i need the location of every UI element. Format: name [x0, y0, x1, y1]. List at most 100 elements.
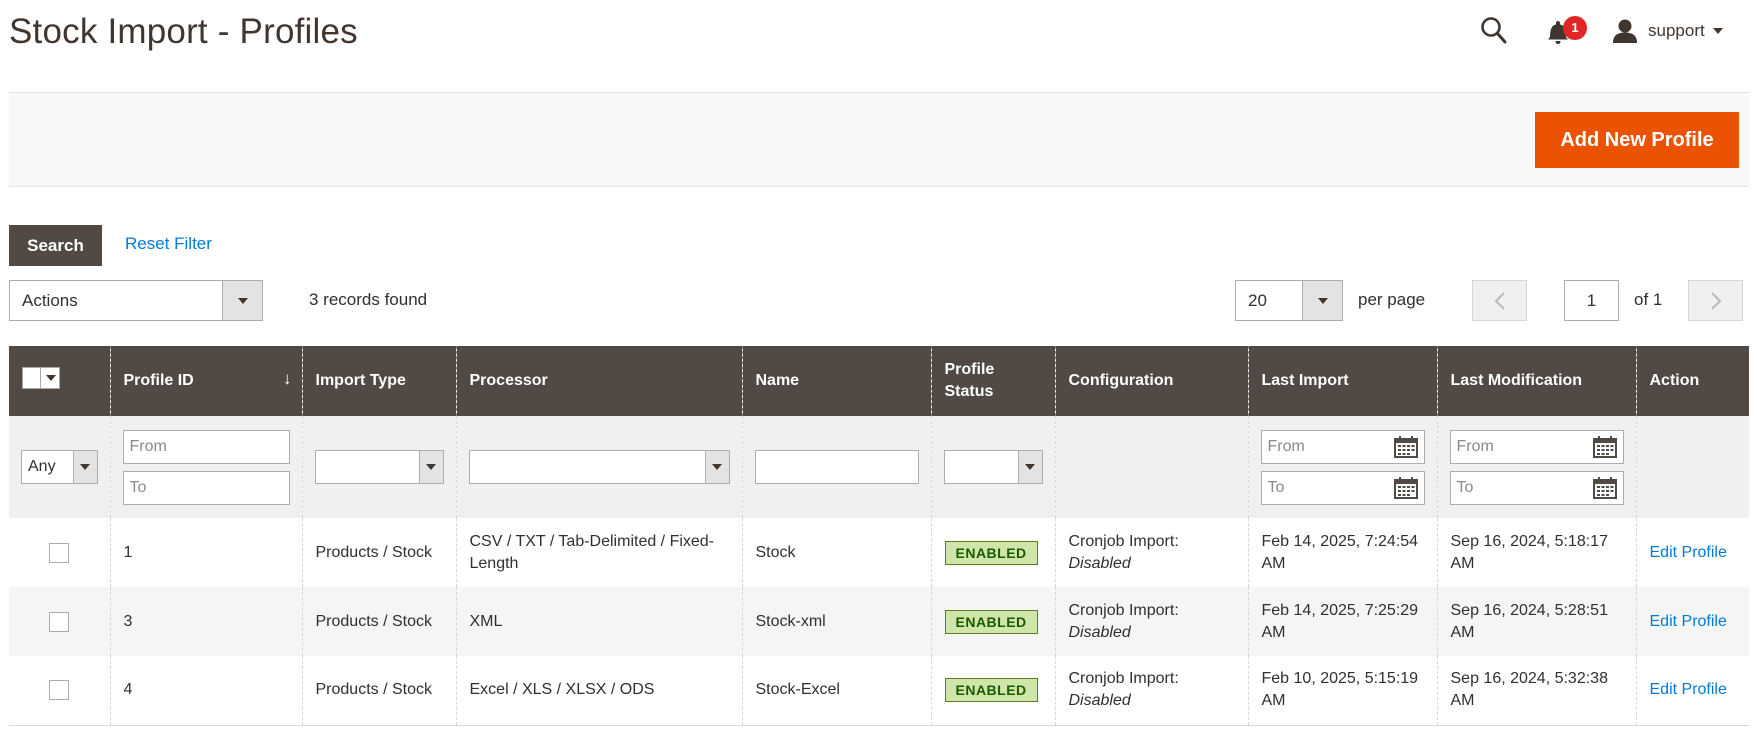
row-select-cell [9, 587, 110, 656]
column-label: Configuration [1068, 372, 1174, 389]
per-page-select[interactable]: 20 [1235, 280, 1343, 321]
date-range-to [1260, 470, 1425, 505]
reset-filter-link[interactable]: Reset Filter [125, 234, 212, 254]
status-badge: ENABLED [944, 540, 1038, 565]
filter-cell-select: Any [9, 416, 110, 518]
edit-profile-link[interactable]: Edit Profile [1650, 613, 1727, 630]
chevron-left-icon [1494, 291, 1505, 310]
cell-processor: CSV / TXT / Tab-Delimited / Fixed-Length [455, 518, 742, 587]
status-badge: ENABLED [944, 678, 1038, 703]
calendar-icon[interactable] [1393, 435, 1418, 458]
add-new-profile-button[interactable]: Add New Profile [1535, 112, 1739, 168]
row-checkbox[interactable] [49, 680, 70, 701]
cell-last-import: Feb 14, 2025, 7:25:29 AM [1247, 587, 1437, 656]
checkbox [23, 368, 41, 388]
filter-cell-name [741, 416, 931, 518]
table-row: 4 Products / Stock Excel / XLS / XLSX / … [9, 656, 1749, 726]
cell-import-type: Products / Stock [301, 587, 456, 656]
table-row: 1 Products / Stock CSV / TXT / Tab-Delim… [9, 518, 1749, 587]
cell-last-modification: Sep 16, 2024, 5:18:17 AM [1436, 518, 1636, 587]
cell-status: ENABLED [930, 656, 1055, 726]
filter-cell-configuration [1054, 416, 1248, 518]
filter-profile-id-to[interactable] [122, 470, 290, 505]
column-header-action: Action [1635, 346, 1749, 416]
filter-in-selection-select[interactable]: Any [21, 450, 98, 484]
filter-cell-action [1635, 416, 1749, 518]
column-header-last-modification[interactable]: Last Modification [1436, 346, 1636, 416]
cell-processor: Excel / XLS / XLSX / ODS [455, 656, 742, 726]
cell-status: ENABLED [930, 587, 1055, 656]
calendar-icon[interactable] [1592, 435, 1617, 458]
column-header-configuration[interactable]: Configuration [1054, 346, 1248, 416]
cell-last-modification: Sep 16, 2024, 5:28:51 AM [1436, 587, 1636, 656]
config-value: Disabled [1068, 692, 1131, 710]
column-header-name[interactable]: Name [741, 346, 931, 416]
cell-last-modification: Sep 16, 2024, 5:32:38 AM [1436, 656, 1636, 726]
page-title: Stock Import - Profiles [9, 12, 358, 51]
filter-cell-processor [455, 416, 742, 518]
chevron-down-icon [704, 451, 729, 483]
chevron-right-icon [1710, 291, 1721, 310]
filter-processor-select[interactable] [468, 450, 730, 484]
column-label: Name [755, 372, 800, 389]
config-label: Cronjob Import: [1068, 532, 1179, 550]
notification-count-badge: 1 [1563, 16, 1587, 40]
config-value: Disabled [1068, 623, 1131, 641]
edit-profile-link[interactable]: Edit Profile [1650, 681, 1727, 698]
current-page-input[interactable] [1564, 280, 1619, 321]
filter-cell-status [930, 416, 1055, 518]
filter-any-value: Any [28, 458, 56, 475]
column-label: Profile ID [123, 372, 194, 389]
filter-name-input[interactable] [754, 450, 919, 484]
date-range-from [1260, 429, 1425, 464]
per-page-label: per page [1358, 290, 1426, 309]
search-icon[interactable] [1480, 16, 1508, 46]
cell-profile-id: 1 [109, 518, 302, 587]
cell-profile-id: 4 [109, 656, 302, 726]
page-actions-bar: Add New Profile [9, 92, 1749, 187]
column-header-last-import[interactable]: Last Import [1247, 346, 1437, 416]
page-header: Stock Import - Profiles 1 support [0, 0, 1757, 92]
column-header-processor[interactable]: Processor [455, 346, 742, 416]
chevron-down-icon [1302, 281, 1342, 320]
filter-status-select[interactable] [943, 450, 1043, 484]
mass-select-header[interactable] [9, 346, 110, 416]
mass-actions-value: Actions [22, 290, 78, 310]
sort-arrow-down-icon: ↓ [283, 369, 292, 388]
cell-action: Edit Profile [1635, 518, 1749, 587]
row-checkbox[interactable] [49, 542, 70, 563]
calendar-icon[interactable] [1592, 476, 1617, 499]
search-button[interactable]: Search [9, 225, 102, 266]
column-header-profile-status[interactable]: Profile Status [930, 346, 1055, 416]
filter-cell-profile-id [109, 416, 302, 518]
filter-profile-id-from[interactable] [122, 429, 290, 464]
previous-page-button[interactable] [1472, 280, 1527, 321]
column-label: Import Type [315, 372, 406, 389]
grid-header-row: Profile ID ↓ Import Type Processor Name … [9, 346, 1749, 416]
filter-cell-last-import [1247, 416, 1437, 518]
column-label: Processor [469, 372, 548, 389]
cell-profile-id: 3 [109, 587, 302, 656]
column-header-profile-id[interactable]: Profile ID ↓ [109, 346, 302, 416]
cell-action: Edit Profile [1635, 656, 1749, 726]
cell-last-import: Feb 10, 2025, 5:15:19 AM [1247, 656, 1437, 726]
calendar-icon[interactable] [1393, 476, 1418, 499]
mass-select-checkbox[interactable] [22, 367, 60, 389]
column-label: Last Import [1261, 372, 1349, 389]
edit-profile-link[interactable]: Edit Profile [1650, 544, 1727, 561]
row-checkbox[interactable] [49, 611, 70, 632]
column-header-import-type[interactable]: Import Type [301, 346, 456, 416]
cell-processor: XML [455, 587, 742, 656]
config-label: Cronjob Import: [1068, 601, 1179, 619]
next-page-button[interactable] [1688, 280, 1743, 321]
cell-import-type: Products / Stock [301, 656, 456, 726]
config-label: Cronjob Import: [1068, 670, 1179, 688]
notifications-button[interactable]: 1 [1545, 14, 1591, 48]
mass-actions-select[interactable]: Actions [9, 280, 263, 321]
filter-import-type-select[interactable] [314, 450, 444, 484]
grid-filter-row: Any [9, 416, 1749, 518]
cell-name: Stock [741, 518, 931, 587]
filter-cell-last-modification [1436, 416, 1636, 518]
user-menu[interactable]: support [1612, 16, 1723, 46]
user-name: support [1648, 21, 1705, 40]
